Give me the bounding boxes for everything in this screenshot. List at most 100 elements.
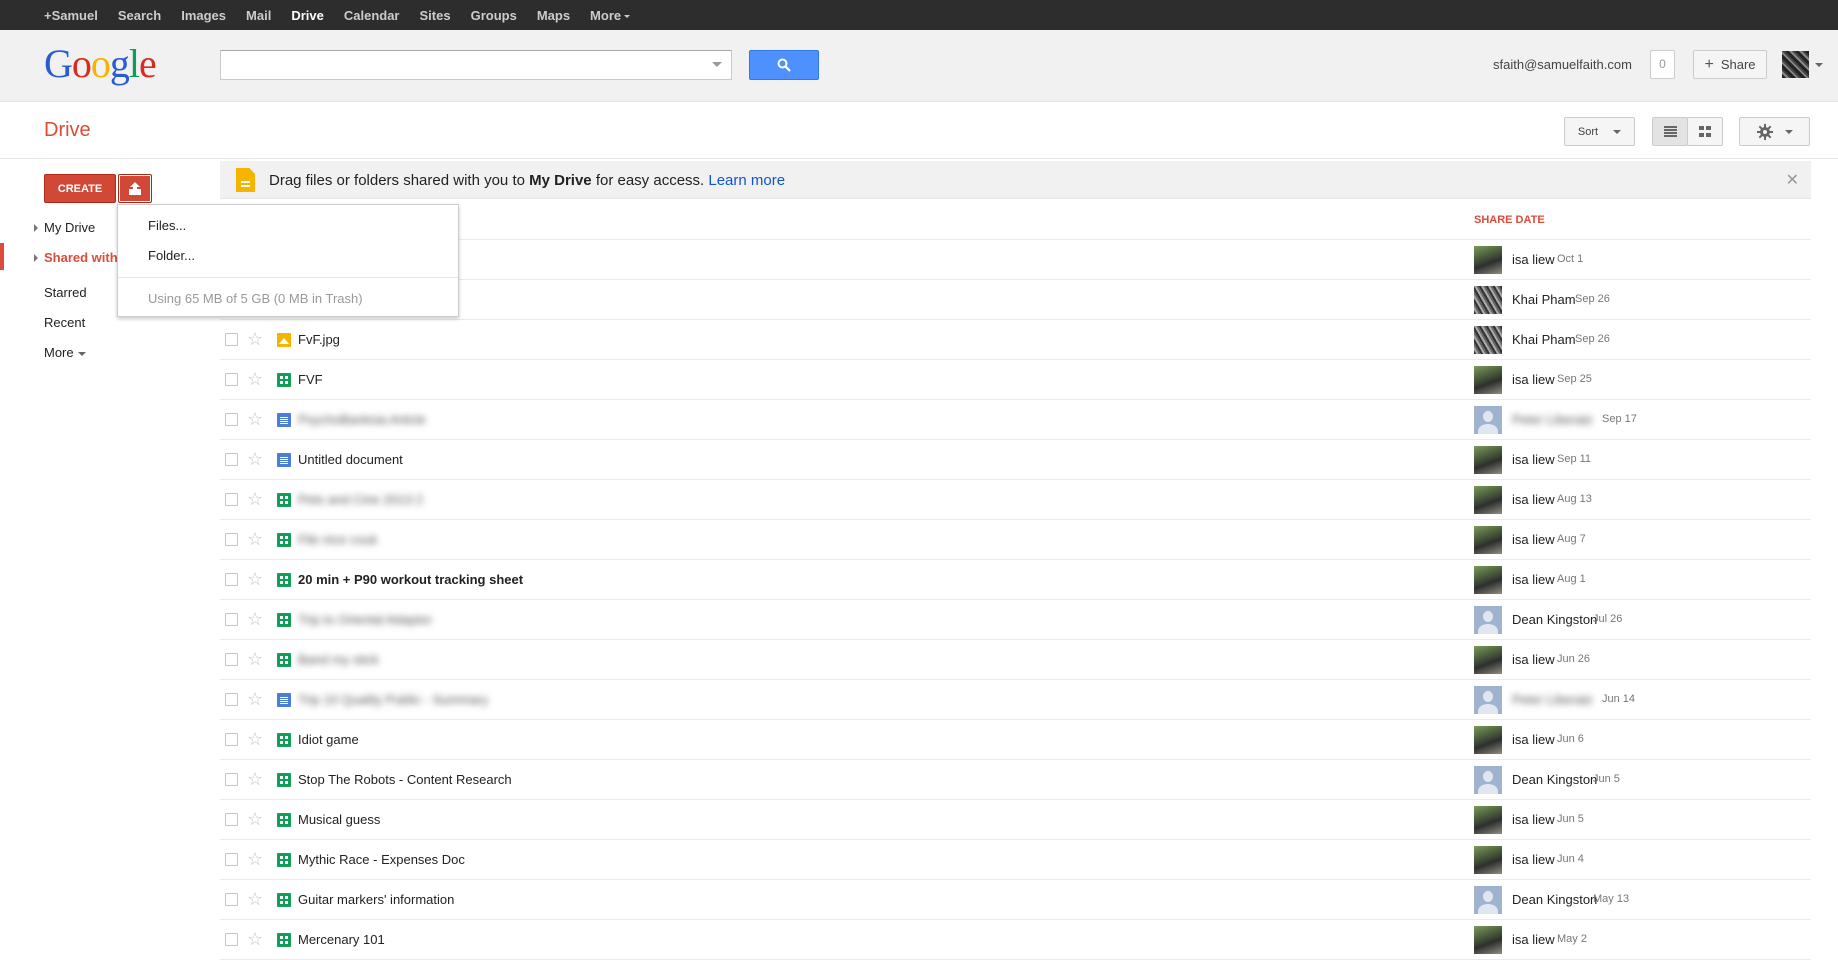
upload-button[interactable] [118, 174, 152, 203]
star-icon[interactable]: ☆ [247, 569, 263, 589]
file-name[interactable]: Pets and Cine 2013 2 [298, 492, 423, 507]
bar-link-search[interactable]: Search [118, 8, 161, 23]
learn-more-link[interactable]: Learn more [708, 172, 785, 189]
star-icon[interactable]: ☆ [247, 609, 263, 629]
table-row[interactable]: ☆ Mythic Race - Expenses Doc isa liew Jun 4 [220, 840, 1811, 880]
table-row[interactable]: ☆ Band my stick isa liew Jun 26 [220, 640, 1811, 680]
file-name[interactable]: Mythic Race - Expenses Doc [298, 852, 465, 867]
file-name[interactable]: Band my stick [298, 652, 379, 667]
bar-link-calendar[interactable]: Calendar [344, 8, 400, 23]
table-row[interactable]: ☆ Untitled document isa liew Sep 11 [220, 440, 1811, 480]
share-button[interactable]: + Share [1693, 50, 1767, 79]
table-row[interactable]: ☆ FvF.jpg Khai Pham Sep 26 [220, 320, 1811, 360]
star-icon[interactable]: ☆ [247, 529, 263, 549]
star-icon[interactable]: ☆ [247, 729, 263, 749]
bar-link-plus[interactable]: +Samuel [44, 8, 98, 23]
row-checkbox[interactable] [225, 533, 238, 546]
sort-button[interactable]: Sort [1564, 117, 1635, 146]
star-icon[interactable]: ☆ [247, 329, 263, 349]
star-icon[interactable]: ☆ [247, 649, 263, 669]
row-checkbox[interactable] [225, 853, 238, 866]
sidebar-item-recent[interactable]: Recent [44, 315, 85, 330]
file-name[interactable]: PsychoBanksia Article [298, 412, 426, 427]
row-checkbox[interactable] [225, 613, 238, 626]
bar-link-groups[interactable]: Groups [471, 8, 517, 23]
search-button[interactable] [749, 50, 819, 80]
table-row[interactable]: ☆ 20 min + P90 workout tracking sheet isa … [220, 560, 1811, 600]
star-icon[interactable]: ☆ [247, 849, 263, 869]
table-row[interactable]: ☆ Idiot game isa liew Jun 6 [220, 720, 1811, 760]
row-checkbox[interactable] [225, 773, 238, 786]
file-name[interactable]: FVF [298, 372, 323, 387]
file-name[interactable]: FvF.jpg [298, 332, 340, 347]
sidebar-item-more[interactable]: More [44, 345, 86, 360]
star-icon[interactable]: ☆ [247, 889, 263, 909]
row-checkbox[interactable] [225, 373, 238, 386]
file-name[interactable]: 20 min + P90 workout tracking sheet [298, 572, 523, 587]
row-checkbox[interactable] [225, 333, 238, 346]
row-checkbox[interactable] [225, 733, 238, 746]
table-row[interactable]: ☆ PsychoBanksia Article Peter Liberatz Sep … [220, 400, 1811, 440]
file-name[interactable]: Untitled document [298, 452, 403, 467]
bar-link-images[interactable]: Images [181, 8, 226, 23]
row-checkbox[interactable] [225, 653, 238, 666]
search-input[interactable] [220, 50, 732, 80]
notifications-button[interactable]: 0 [1650, 50, 1675, 79]
table-row[interactable]: ☆ Stop The Robots - Content Research Dean … [220, 760, 1811, 800]
upload-folder-item[interactable]: Folder... [148, 248, 195, 263]
bar-link-more[interactable]: More [590, 8, 631, 23]
bar-link-sites[interactable]: Sites [420, 8, 451, 23]
sidebar-item-my-drive[interactable]: My Drive [34, 220, 95, 235]
star-icon[interactable]: ☆ [247, 369, 263, 389]
row-checkbox[interactable] [225, 493, 238, 506]
google-logo[interactable]: Google [44, 42, 157, 86]
list-view-button[interactable] [1652, 117, 1688, 146]
user-email[interactable]: sfaith@samuelfaith.com [1493, 57, 1632, 72]
star-icon[interactable]: ☆ [247, 929, 263, 949]
bar-link-maps[interactable]: Maps [537, 8, 570, 23]
file-name[interactable]: Idiot game [298, 732, 359, 747]
chevron-down-icon[interactable] [1815, 63, 1823, 67]
star-icon[interactable]: ☆ [247, 809, 263, 829]
bar-link-mail[interactable]: Mail [246, 8, 271, 23]
column-header-share-date[interactable]: SHARE DATE [1474, 214, 1545, 226]
file-name[interactable]: File nice couk [298, 532, 377, 547]
row-checkbox[interactable] [225, 413, 238, 426]
grid-view-button[interactable] [1687, 117, 1723, 146]
star-icon[interactable]: ☆ [247, 489, 263, 509]
file-name[interactable]: Mercenary 101 [298, 932, 385, 947]
row-checkbox[interactable] [225, 813, 238, 826]
row-checkbox[interactable] [225, 573, 238, 586]
star-icon[interactable]: ☆ [247, 409, 263, 429]
file-name[interactable]: Stop The Robots - Content Research [298, 772, 512, 787]
file-name[interactable]: Musical guess [298, 812, 380, 827]
chevron-right-icon[interactable] [34, 254, 38, 262]
close-icon[interactable]: ✕ [1786, 170, 1799, 190]
row-checkbox[interactable] [225, 453, 238, 466]
table-row[interactable]: ☆ File nice couk isa liew Aug 7 [220, 520, 1811, 560]
file-name[interactable]: Guitar markers' information [298, 892, 454, 907]
table-row[interactable]: ☆ Pets and Cine 2013 2 isa liew Aug 13 [220, 480, 1811, 520]
star-icon[interactable]: ☆ [247, 689, 263, 709]
table-row[interactable]: ☆ Guitar markers' information Dean Kingsto… [220, 880, 1811, 920]
bar-link-drive[interactable]: Drive [291, 8, 324, 23]
search-options-dropdown[interactable] [712, 62, 722, 67]
upload-files-item[interactable]: Files... [148, 218, 186, 233]
avatar[interactable] [1782, 51, 1809, 78]
chevron-right-icon[interactable] [34, 224, 38, 232]
table-row[interactable]: ☆ Trip 10 Quality Public - Summary Peter L… [220, 680, 1811, 720]
create-button[interactable]: CREATE [44, 174, 116, 203]
file-name[interactable]: Trip to Oriental Adaptor [298, 612, 432, 627]
star-icon[interactable]: ☆ [247, 769, 263, 789]
table-row[interactable]: ☆ Mercenary 101 isa liew May 2 [220, 920, 1811, 960]
row-checkbox[interactable] [225, 893, 238, 906]
sidebar-item-starred[interactable]: Starred [44, 285, 87, 300]
settings-button[interactable] [1739, 117, 1810, 146]
row-checkbox[interactable] [225, 933, 238, 946]
file-name[interactable]: Trip 10 Quality Public - Summary [298, 692, 488, 707]
row-checkbox[interactable] [225, 693, 238, 706]
table-row[interactable]: ☆ FVF isa liew Sep 25 [220, 360, 1811, 400]
star-icon[interactable]: ☆ [247, 449, 263, 469]
table-row[interactable]: ☆ Musical guess isa liew Jun 5 [220, 800, 1811, 840]
table-row[interactable]: ☆ Trip to Oriental Adaptor Dean Kingston Ju… [220, 600, 1811, 640]
